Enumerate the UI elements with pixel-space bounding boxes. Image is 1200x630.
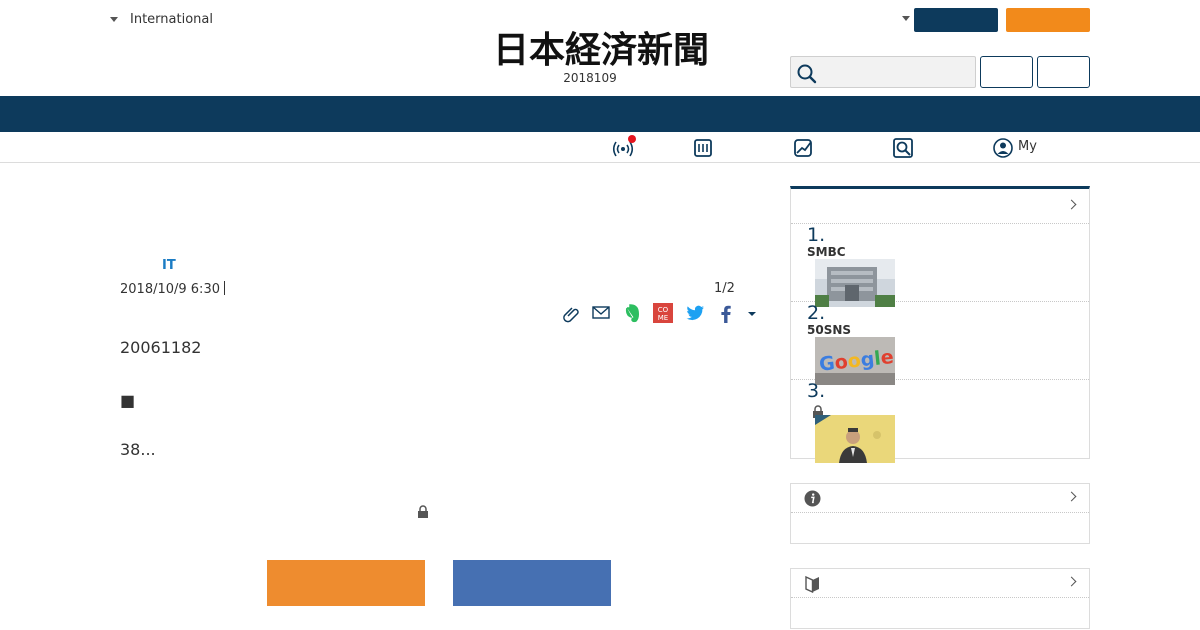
chevron-right-icon [1066, 576, 1077, 587]
rank-thumbnail-portrait [815, 415, 895, 463]
caret-down-icon[interactable] [741, 302, 763, 324]
facebook-icon[interactable] [715, 302, 737, 324]
search-box-icon[interactable] [892, 137, 914, 159]
rank-thumbnail-google-sign: Google [815, 337, 895, 385]
info-panel [790, 483, 1090, 544]
ranking-item[interactable]: 1. SMBC [791, 224, 1089, 307]
info-icon [804, 490, 821, 507]
live-notification-dot [628, 135, 636, 143]
article-paragraph: ■ [120, 391, 136, 410]
article-datetime: 2018/10/9 6:30 [120, 282, 220, 297]
login-cta-button[interactable] [453, 560, 611, 606]
rank-number: 3. [807, 380, 826, 402]
sub-nav: My [0, 132, 1200, 163]
caret-down-icon [110, 17, 118, 22]
rank-number: 1. [807, 224, 826, 246]
article-paragraph: 20061182 [120, 338, 202, 357]
chevron-right-icon [1066, 491, 1077, 502]
svg-text:ME: ME [658, 314, 668, 322]
meta-divider [223, 281, 225, 295]
newspaper-icon[interactable] [692, 137, 714, 159]
beginner-panel [790, 568, 1090, 629]
trial-button[interactable] [1006, 8, 1090, 32]
ranking-item[interactable]: 2. 50SNS Google [791, 302, 1089, 385]
evernote-icon[interactable] [621, 302, 643, 324]
login-button[interactable] [980, 56, 1033, 88]
search-box [790, 56, 976, 88]
ranking-header[interactable] [791, 189, 1089, 224]
ranking-item[interactable]: 3. [791, 380, 1089, 463]
ranking-panel: 1. SMBC 2. 50SNS Google 3. [790, 186, 1090, 463]
edition-label: International [130, 12, 213, 27]
twitter-icon[interactable] [684, 302, 706, 324]
chart-icon[interactable] [792, 137, 814, 159]
search-input[interactable] [819, 61, 969, 83]
main-nav-bar [0, 96, 1200, 132]
article-meta: 2018/10/9 6:30 [120, 281, 225, 297]
site-logo[interactable]: 日本経済新聞 [452, 28, 750, 68]
edition-selector[interactable]: International [110, 12, 213, 27]
lock-icon [418, 505, 428, 518]
clip-icon[interactable] [560, 302, 582, 324]
subscribe-cta-button[interactable] [267, 560, 425, 606]
comment-icon[interactable]: CO ME [652, 302, 674, 324]
rank-thumbnail-building [815, 259, 895, 307]
subscribe-button[interactable] [914, 8, 998, 32]
beginner-icon [805, 575, 819, 593]
info-panel-header[interactable] [791, 484, 1089, 513]
rank-title: 50SNS [807, 323, 852, 337]
rank-number: 2. [807, 302, 826, 324]
logo-text: 日本経済新聞 [493, 29, 709, 68]
beginner-panel-header[interactable] [791, 569, 1089, 598]
caret-down-icon[interactable] [902, 16, 910, 21]
article-pager: 1/2 [714, 281, 735, 296]
issue-date: 2018109 [563, 71, 617, 85]
article-paragraph: 38... [120, 440, 156, 459]
site-header: International 日本経済新聞 2018109 [0, 0, 1200, 96]
mail-icon[interactable] [590, 302, 612, 324]
svg-text:CO: CO [658, 306, 669, 314]
register-button[interactable] [1037, 56, 1090, 88]
search-icon[interactable] [796, 63, 818, 85]
rank-title: SMBC [807, 245, 846, 259]
my-page-label[interactable]: My [1018, 139, 1037, 154]
user-icon[interactable] [992, 137, 1014, 159]
chevron-right-icon [1066, 199, 1077, 210]
article-category[interactable]: IT [162, 258, 176, 273]
